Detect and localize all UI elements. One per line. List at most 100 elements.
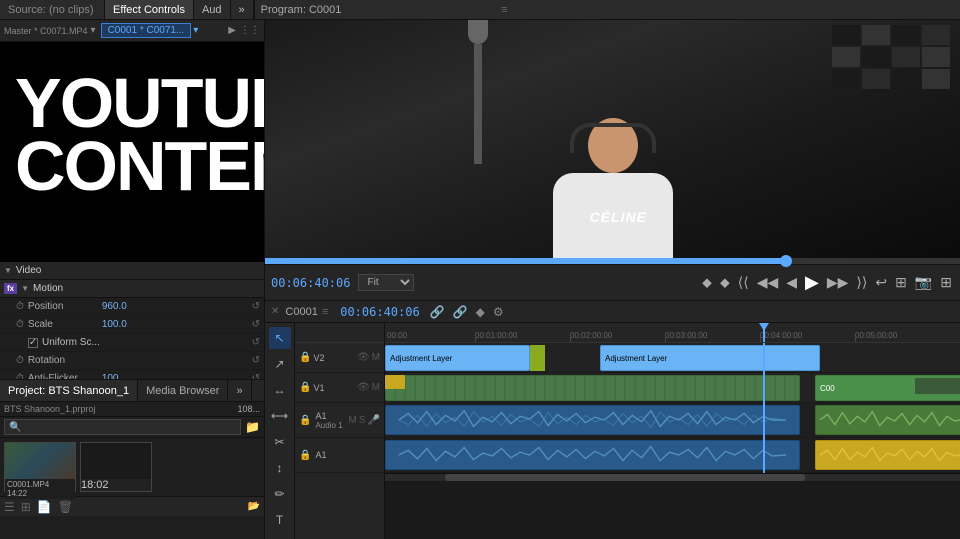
expand-project-btn[interactable]: »: [228, 380, 251, 401]
pen-tool[interactable]: ✏: [269, 483, 291, 505]
scale-label: Scale: [28, 319, 98, 330]
a1-main-audio[interactable]: [385, 405, 800, 435]
snap-tool[interactable]: 🔗: [428, 305, 447, 319]
rotation-label: Rotation: [28, 355, 98, 366]
v1-lock-icon[interactable]: 🔒: [299, 382, 311, 393]
program-menu-icon[interactable]: ≡: [501, 4, 507, 16]
position-value[interactable]: 960.0: [102, 301, 127, 312]
a2-orange-clip[interactable]: [815, 440, 960, 470]
loop-btn[interactable]: ↩: [873, 274, 889, 291]
timeline-ruler: 00:00 00:01:00:00 00:02:00:00 00:03:00:0…: [385, 323, 960, 343]
project-search-input[interactable]: [21, 422, 236, 432]
project-filename-row: BTS Shanoon_1.prproj 108...: [0, 402, 264, 417]
scrollbar-thumb[interactable]: [445, 474, 805, 481]
v1-main-clip[interactable]: [385, 375, 800, 401]
scale-value[interactable]: 100.0: [102, 319, 127, 330]
rotation-reset[interactable]: ↺: [252, 355, 260, 366]
step-fwd-btn[interactable]: ▶▶: [825, 274, 851, 291]
track-header-a2: 🔒 A1: [295, 438, 384, 473]
v1-c00-clip[interactable]: C00: [815, 375, 960, 401]
go-to-in-btn[interactable]: ⟨⟨: [736, 274, 751, 291]
new-item-icon[interactable]: 📄: [37, 500, 52, 514]
icon-view-icon[interactable]: ⊞: [21, 500, 31, 514]
link-tool[interactable]: 🔗: [451, 305, 470, 319]
a2-lock-icon[interactable]: 🔒: [299, 450, 311, 461]
v2-eye-icon[interactable]: 👁: [357, 352, 370, 363]
progress-handle[interactable]: [780, 255, 792, 267]
headphones: [570, 123, 656, 153]
rotation-stopwatch[interactable]: ⏱: [16, 355, 24, 366]
uniform-scale-reset[interactable]: ↺: [252, 337, 260, 348]
scale-stopwatch[interactable]: ⏱: [16, 319, 24, 330]
position-row[interactable]: ⏱ Position 960.0 ↺: [0, 298, 264, 316]
a2-main-audio[interactable]: [385, 440, 800, 470]
active-clip-btn[interactable]: C0001 * C0071...: [101, 23, 192, 38]
clip-thumb-info-1: C0001.MP4 14:22: [5, 479, 75, 499]
step-back-btn[interactable]: ◀◀: [755, 274, 781, 291]
media-browser-tab[interactable]: Media Browser: [138, 380, 228, 401]
uniform-scale-checkbox[interactable]: ✓: [28, 338, 38, 348]
a1-lock-icon[interactable]: 🔒: [299, 415, 311, 426]
audio-tab[interactable]: Aud: [194, 0, 231, 19]
scale-reset[interactable]: ↺: [252, 319, 260, 330]
fit-selector[interactable]: Fit 25% 50% 100%: [358, 274, 414, 291]
effects-scroll-area[interactable]: ▼ Video fx ▼ Motion ⏱ Position 960.0 ↺ ⏱…: [0, 262, 264, 379]
timeline-menu-icon[interactable]: ≡: [322, 306, 328, 318]
position-reset[interactable]: ↺: [252, 301, 260, 312]
uniform-scale-row[interactable]: ✓ Uniform Sc... ↺: [0, 334, 264, 352]
v2-lock-icon[interactable]: 🔒: [299, 352, 311, 363]
new-folder-icon[interactable]: 📁: [245, 420, 260, 434]
project-search-container: 🔍: [4, 419, 241, 435]
add-marker[interactable]: ◆: [474, 305, 487, 319]
timeline-scrollbar[interactable]: [385, 473, 960, 481]
v1-eye-icon[interactable]: 👁: [357, 382, 370, 393]
effect-controls-tab[interactable]: Effect Controls: [105, 0, 194, 19]
text-tool[interactable]: T: [269, 509, 291, 531]
mark-out-btn[interactable]: ⬥: [718, 274, 732, 291]
select-tool[interactable]: ↖: [269, 327, 291, 349]
settings-btn[interactable]: ⊞: [938, 274, 954, 291]
mark-in-btn[interactable]: ⬥: [700, 274, 714, 291]
rotation-row[interactable]: ⏱ Rotation ↺: [0, 352, 264, 370]
close-seq-icon[interactable]: ✕: [271, 306, 279, 317]
clip-thumb-2[interactable]: 18:02: [80, 442, 152, 492]
antiflicker-row[interactable]: ⏱ Anti-Flicker... 100 ↺: [0, 370, 264, 379]
v2-settings-icon[interactable]: M: [372, 352, 380, 363]
export-frame-btn[interactable]: 📷: [913, 274, 934, 291]
play-btn[interactable]: ▶: [803, 272, 821, 293]
adjustment-layer-2[interactable]: Adjustment Layer: [600, 345, 820, 371]
audio-label: Aud: [202, 4, 222, 16]
scale-row[interactable]: ⏱ Scale 100.0 ↺: [0, 316, 264, 334]
list-view-icon[interactable]: ☰: [4, 500, 15, 514]
a1-solo-icon[interactable]: S: [359, 415, 366, 426]
clip-thumb-1[interactable]: C0001.MP4 14:22: [4, 442, 76, 492]
go-to-out-btn[interactable]: ⟩⟩: [854, 274, 869, 291]
search-icon: 🔍: [9, 422, 21, 433]
project-tab[interactable]: Project: BTS Shanoon_1: [0, 380, 138, 401]
monitor-progress-bar[interactable]: [265, 258, 960, 264]
color-block-1[interactable]: [530, 345, 545, 371]
timeline-tracks-area[interactable]: 00:00 00:01:00:00 00:02:00:00 00:03:00:0…: [385, 323, 960, 539]
expand-panel-btn[interactable]: »: [231, 0, 254, 19]
a1-mic-icon[interactable]: 🎤: [368, 415, 380, 426]
new-bin-btn[interactable]: 📂: [248, 501, 260, 512]
razor-tool[interactable]: ✂: [269, 431, 291, 453]
ripple-tool[interactable]: ↔: [269, 379, 291, 401]
source-tab[interactable]: Source: (no clips): [0, 0, 105, 19]
a1-mute-icon[interactable]: M: [349, 415, 357, 426]
a1-second-audio[interactable]: [815, 405, 960, 435]
adjustment-layer-1[interactable]: Adjustment Layer: [385, 345, 530, 371]
track-select-tool[interactable]: ↗: [269, 353, 291, 375]
fx-motion-header[interactable]: fx ▼ Motion: [0, 280, 264, 298]
v1-track-row: C00: [385, 373, 960, 403]
v1-settings-icon[interactable]: M: [372, 382, 380, 393]
delete-icon[interactable]: 🗑: [58, 500, 73, 514]
youtube-text-overlay: YOUTUBECONTENT: [15, 72, 264, 198]
panel-options-icon[interactable]: ⋮⋮: [240, 25, 260, 36]
play-back-btn[interactable]: ◀: [784, 274, 799, 291]
position-stopwatch[interactable]: ⏱: [16, 301, 24, 312]
settings-tool[interactable]: ⚙: [491, 305, 506, 319]
rolling-tool[interactable]: ⟷: [269, 405, 291, 427]
safe-margin-btn[interactable]: ⊞: [893, 274, 909, 291]
slip-tool[interactable]: ↕: [269, 457, 291, 479]
